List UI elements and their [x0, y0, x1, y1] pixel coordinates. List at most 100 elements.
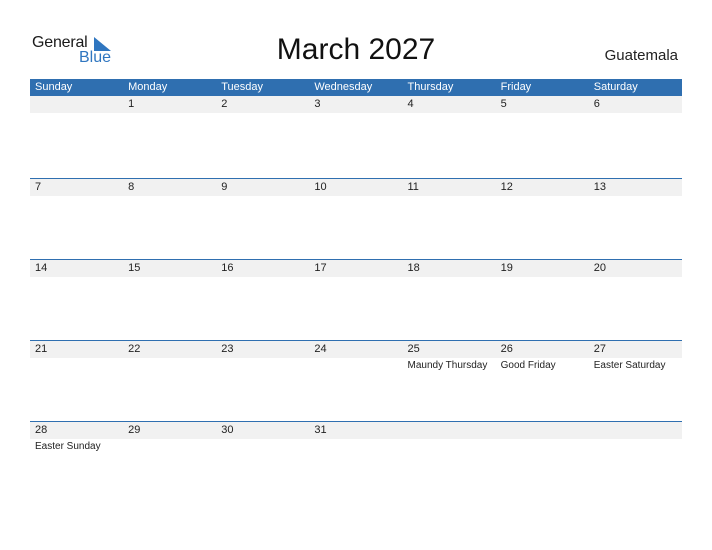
day-cell: 29	[123, 422, 216, 439]
weekday-monday: Monday	[128, 81, 168, 93]
holiday-band	[30, 196, 682, 198]
day-number: 5	[500, 98, 507, 110]
date-band: 7 8 9 10 11 12 13	[30, 179, 682, 196]
day-number: 22	[128, 343, 141, 355]
day-cell	[496, 422, 589, 439]
day-cell: 1	[123, 96, 216, 113]
day-number: 2	[221, 98, 228, 110]
day-cell: 5	[496, 96, 589, 113]
holiday-label	[216, 277, 309, 279]
day-number: 16	[221, 262, 234, 274]
day-cell: 20	[589, 260, 682, 277]
holiday-label	[496, 196, 589, 198]
day-number: 4	[407, 98, 414, 110]
holiday-label	[216, 196, 309, 198]
holiday-label	[216, 113, 309, 115]
holiday-label	[403, 277, 496, 279]
day-number: 3	[314, 98, 321, 110]
holiday-label	[496, 277, 589, 279]
holiday-label	[496, 439, 589, 452]
day-number: 19	[500, 262, 513, 274]
day-cell: 10	[309, 179, 402, 196]
day-cell: 17	[309, 260, 402, 277]
day-cell: 24	[309, 341, 402, 358]
day-cell	[589, 422, 682, 439]
holiday-label: Easter Saturday	[593, 360, 666, 371]
holiday-label: Good Friday	[500, 360, 556, 371]
holiday-label	[309, 358, 402, 371]
weekday-sunday: Sunday	[35, 81, 73, 93]
holiday-label	[123, 113, 216, 115]
day-cell: 25	[403, 341, 496, 358]
day-cell	[403, 422, 496, 439]
week-row: 1 2 3 4 5 6	[30, 96, 682, 178]
holiday-label	[589, 113, 682, 115]
day-number: 21	[35, 343, 48, 355]
day-cell: 7	[30, 179, 123, 196]
day-number: 13	[593, 181, 606, 193]
day-number: 9	[221, 181, 228, 193]
week-row: 7 8 9 10 11 12 13	[30, 178, 682, 259]
day-number: 8	[128, 181, 135, 193]
day-number: 17	[314, 262, 327, 274]
weekday-saturday: Saturday	[593, 81, 638, 93]
day-number: 14	[35, 262, 48, 274]
day-number: 26	[500, 343, 513, 355]
holiday-label	[496, 113, 589, 115]
country-label: Guatemala	[604, 47, 678, 64]
holiday-band	[30, 113, 682, 115]
day-number: 10	[314, 181, 327, 193]
weekday-wednesday: Wednesday	[314, 81, 373, 93]
day-number: 12	[500, 181, 513, 193]
holiday-label	[216, 439, 309, 452]
holiday-label	[123, 358, 216, 371]
day-cell: 11	[403, 179, 496, 196]
day-number: 11	[407, 181, 419, 193]
holiday-label	[309, 196, 402, 198]
day-number: 24	[314, 343, 327, 355]
day-number: 25	[407, 343, 420, 355]
holiday-label	[123, 439, 216, 452]
day-cell: 8	[123, 179, 216, 196]
day-cell: 27	[589, 341, 682, 358]
holiday-label	[30, 196, 123, 198]
date-band: 1 2 3 4 5 6	[30, 96, 682, 113]
holiday-band: Maundy Thursday Good Friday Easter Saturda…	[30, 358, 682, 371]
day-number: 30	[221, 424, 234, 436]
holiday-band: Easter Sunday	[30, 439, 682, 452]
day-cell: 26	[496, 341, 589, 358]
holiday-label	[309, 113, 402, 115]
holiday-label: Easter Sunday	[35, 441, 101, 452]
holiday-label	[216, 358, 309, 371]
day-number: 15	[128, 262, 141, 274]
day-cell: 28	[30, 422, 123, 439]
weekday-header: Sunday Monday Tuesday Wednesday Thursday…	[30, 79, 682, 96]
date-band: 14 15 16 17 18 19 20	[30, 260, 682, 277]
day-number: 20	[593, 262, 606, 274]
day-number: 29	[128, 424, 141, 436]
holiday-label	[589, 439, 682, 452]
day-number: 1	[128, 98, 135, 110]
holiday-label	[309, 439, 402, 452]
day-cell: 18	[403, 260, 496, 277]
day-cell: 12	[496, 179, 589, 196]
day-cell: 2	[216, 96, 309, 113]
day-number: 6	[593, 98, 600, 110]
day-cell	[30, 96, 123, 113]
holiday-label	[30, 113, 123, 115]
day-cell: 23	[216, 341, 309, 358]
holiday-label	[30, 358, 123, 371]
week-row: 21 22 23 24 25 26 27 Maundy Thursday Good Friday…	[30, 340, 682, 421]
day-cell: 16	[216, 260, 309, 277]
holiday-label	[123, 196, 216, 198]
holiday-band	[30, 277, 682, 279]
day-cell: 22	[123, 341, 216, 358]
holiday-label: Maundy Thursday	[407, 360, 488, 371]
day-cell: 15	[123, 260, 216, 277]
day-number: 31	[314, 424, 327, 436]
holiday-label	[30, 277, 123, 279]
holiday-label	[403, 196, 496, 198]
day-cell: 13	[589, 179, 682, 196]
calendar-grid: Sunday Monday Tuesday Wednesday Thursday…	[30, 79, 682, 502]
holiday-label	[403, 439, 496, 452]
